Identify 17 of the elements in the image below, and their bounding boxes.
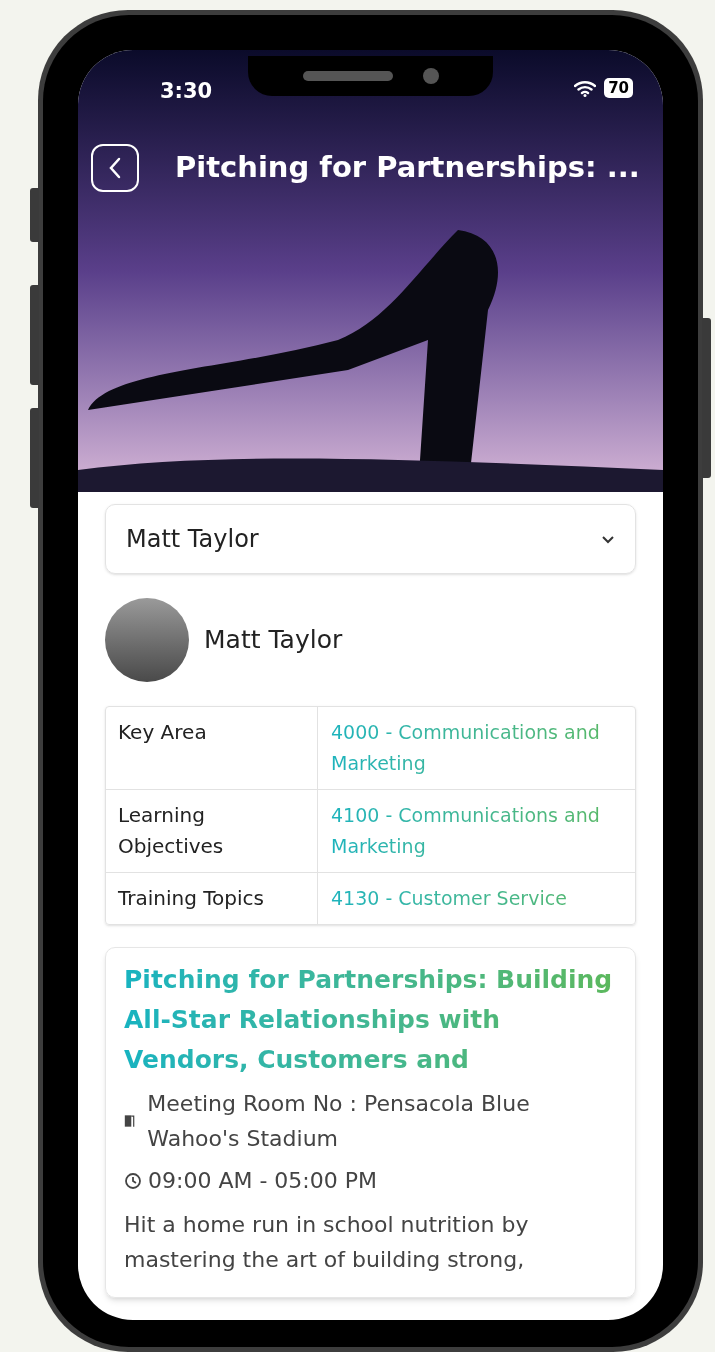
chevron-down-icon [601, 534, 615, 544]
detail-label: Learning Objectives [106, 790, 318, 872]
speaker-name: Matt Taylor [204, 624, 343, 657]
status-time: 3:30 [160, 78, 213, 105]
session-time: 09:00 AM - 05:00 PM [148, 1167, 377, 1195]
door-icon [124, 1113, 136, 1129]
back-button[interactable] [91, 144, 139, 192]
wifi-icon [574, 79, 597, 97]
back-icon [108, 157, 122, 179]
speaker-dropdown[interactable]: Matt Taylor [105, 504, 636, 574]
header-title: Pitching for Partnerships: ... [175, 149, 640, 187]
session-description: Hit a home run in school nutrition by mastering the art of building strong, [124, 1211, 530, 1274]
detail-label: Key Area [106, 707, 318, 789]
session-room: Meeting Room No : Pensacola Blue Wahoo's Stadium [147, 1090, 531, 1153]
battery-level: 70 [604, 78, 633, 98]
detail-label: Training Topics [106, 873, 318, 924]
clock-icon [124, 1171, 142, 1190]
